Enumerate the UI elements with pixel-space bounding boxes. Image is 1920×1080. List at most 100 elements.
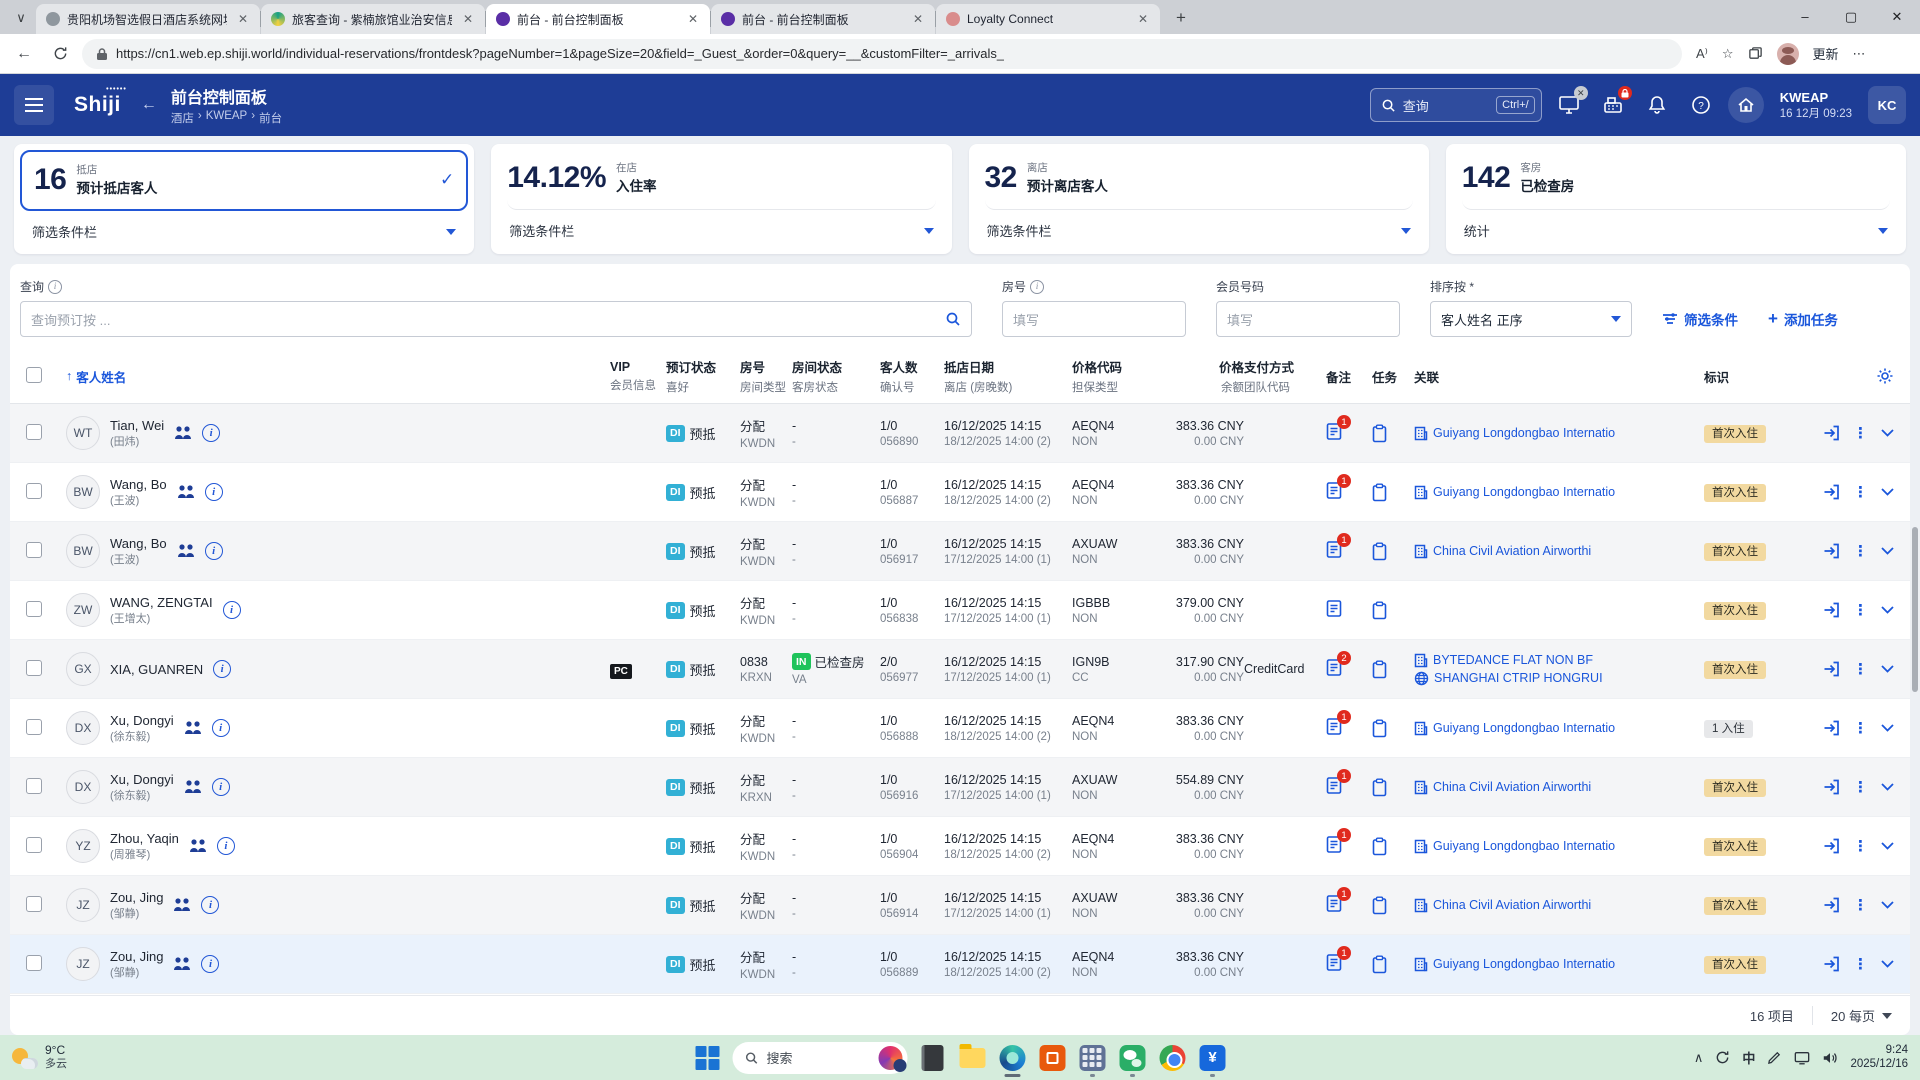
task-clipboard-icon[interactable]	[1372, 719, 1414, 738]
row-checkbox[interactable]	[26, 424, 42, 440]
table-row[interactable]: BW Wang, Bo (王波) i DI 预抵 分配 KWDN - - 1/0…	[10, 463, 1910, 522]
taskbar-clock[interactable]: 9:24 2025/12/16	[1850, 1044, 1908, 1072]
notes-icon[interactable]: 2	[1326, 658, 1343, 677]
check-in-icon[interactable]	[1823, 838, 1840, 854]
browser-tab-5[interactable]: Loyalty Connect ✕	[936, 4, 1160, 34]
new-tab-button[interactable]: +	[1167, 4, 1195, 32]
home-button[interactable]	[1728, 87, 1764, 123]
tab-close-icon[interactable]: ✕	[684, 11, 702, 27]
guest-info-icon[interactable]: i	[212, 719, 230, 737]
related-profile-link[interactable]: Guiyang Longdongbao Internatio	[1414, 721, 1704, 736]
expand-chevron-icon[interactable]	[1881, 665, 1894, 673]
display-icon[interactable]	[1794, 1051, 1810, 1065]
task-clipboard-icon[interactable]	[1372, 837, 1414, 856]
guest-info-icon[interactable]: i	[217, 837, 235, 855]
notes-icon[interactable]: 1	[1326, 422, 1343, 441]
card-filter-bar[interactable]: 筛选条件栏	[491, 210, 951, 253]
accompany-guests-icon[interactable]	[189, 838, 207, 854]
favorite-star-icon[interactable]: ☆	[1722, 46, 1734, 62]
room-assign-link[interactable]: 分配	[740, 711, 792, 730]
row-checkbox[interactable]	[26, 896, 42, 912]
check-in-icon[interactable]	[1823, 425, 1840, 441]
accompany-guests-icon[interactable]	[173, 956, 191, 972]
check-in-icon[interactable]	[1823, 956, 1840, 972]
table-row[interactable]: GX XIA, GUANREN i PC DI 预抵 0838 KRXN IN已…	[10, 640, 1910, 699]
guest-name[interactable]: Xu, Dongyi	[110, 772, 174, 787]
row-menu-icon[interactable]: ⋮	[1853, 424, 1868, 442]
card-occupancy[interactable]: 14.12% 在店 入住率 筛选条件栏	[491, 144, 951, 254]
card-departures[interactable]: 32 离店 预计离店客人 筛选条件栏	[969, 144, 1429, 254]
guest-info-icon[interactable]: i	[205, 483, 223, 501]
accompany-guests-icon[interactable]	[184, 779, 202, 795]
related-profile-link[interactable]: Guiyang Longdongbao Internatio	[1414, 839, 1704, 854]
guest-info-icon[interactable]: i	[201, 896, 219, 914]
table-row[interactable]: DX Xu, Dongyi (徐东毅) i DI 预抵 分配 KWDN - - …	[10, 699, 1910, 758]
close-button[interactable]: ✕	[1874, 0, 1920, 34]
table-row[interactable]: WT Tian, Wei (田炜) i DI 预抵 分配 KWDN - - 1/…	[10, 404, 1910, 463]
tab-search-button[interactable]: ∨	[6, 4, 36, 32]
row-menu-icon[interactable]: ⋮	[1853, 778, 1868, 796]
info-icon[interactable]: i	[48, 280, 62, 294]
related-profile-link[interactable]: Guiyang Longdongbao Internatio	[1414, 485, 1704, 500]
sync-icon[interactable]	[1715, 1050, 1730, 1065]
browser-tab-3-active[interactable]: 前台 - 前台控制面板 ✕	[486, 4, 710, 34]
menu-button[interactable]	[14, 85, 54, 125]
row-menu-icon[interactable]: ⋮	[1853, 896, 1868, 914]
table-settings-gear-icon[interactable]	[1876, 367, 1894, 385]
guest-info-icon[interactable]: i	[201, 955, 219, 973]
address-bar[interactable]: https://cn1.web.ep.shiji.world/individua…	[82, 39, 1682, 69]
row-checkbox[interactable]	[26, 660, 42, 676]
card-stats-bar[interactable]: 统计	[1446, 210, 1906, 253]
page-size-select[interactable]: 20 每页	[1813, 1006, 1892, 1025]
user-avatar[interactable]: KC	[1868, 86, 1906, 124]
check-in-icon[interactable]	[1823, 484, 1840, 500]
card-filter-bar[interactable]: 筛选条件栏	[14, 211, 474, 254]
member-number-input[interactable]: 填写	[1216, 301, 1400, 337]
expand-chevron-icon[interactable]	[1881, 842, 1894, 850]
task-clipboard-icon[interactable]	[1372, 955, 1414, 974]
guest-name[interactable]: WANG, ZENGTAI	[110, 595, 213, 610]
room-assign-link[interactable]: 分配	[740, 947, 792, 966]
related-profile-link[interactable]: SHANGHAI CTRIP HONGRUI	[1414, 671, 1704, 686]
taskbar-app-yuan[interactable]: ¥	[1198, 1043, 1228, 1073]
task-clipboard-icon[interactable]	[1372, 542, 1414, 561]
notes-icon[interactable]: 1	[1326, 481, 1343, 500]
guest-name[interactable]: Zhou, Yaqin	[110, 831, 179, 846]
table-row[interactable]: ZW WANG, ZENGTAI (王增太) i DI 预抵 分配 KWDN -…	[10, 581, 1910, 640]
room-assign-link[interactable]: 分配	[740, 416, 792, 435]
taskbar-app-grid[interactable]	[1078, 1043, 1108, 1073]
guest-name[interactable]: Xu, Dongyi	[110, 713, 174, 728]
taskbar-chrome[interactable]	[1158, 1043, 1188, 1073]
room-number-input[interactable]: 填写	[1002, 301, 1186, 337]
row-checkbox[interactable]	[26, 778, 42, 794]
row-checkbox[interactable]	[26, 542, 42, 558]
expand-chevron-icon[interactable]	[1881, 901, 1894, 909]
notes-icon[interactable]: 1	[1326, 717, 1343, 736]
related-profile-link[interactable]: Guiyang Longdongbao Internatio	[1414, 957, 1704, 972]
tab-close-icon[interactable]: ✕	[1134, 11, 1152, 27]
profile-avatar[interactable]	[1777, 43, 1799, 65]
pen-icon[interactable]	[1767, 1050, 1782, 1065]
start-button[interactable]	[693, 1043, 723, 1073]
sort-select[interactable]: 客人姓名 正序	[1430, 301, 1632, 337]
tray-expand-icon[interactable]: ∧	[1694, 1050, 1704, 1066]
expand-chevron-icon[interactable]	[1881, 783, 1894, 791]
property-info[interactable]: KWEAP 16 12月 09:23	[1780, 90, 1852, 121]
accompany-guests-icon[interactable]	[173, 897, 191, 913]
notes-icon[interactable]: 1	[1326, 776, 1343, 795]
task-clipboard-icon[interactable]	[1372, 601, 1414, 620]
reload-button[interactable]	[46, 40, 74, 68]
row-checkbox[interactable]	[26, 955, 42, 971]
row-menu-icon[interactable]: ⋮	[1853, 719, 1868, 737]
notifications-bell-icon[interactable]	[1640, 88, 1674, 122]
notes-icon[interactable]: 1	[1326, 540, 1343, 559]
row-checkbox[interactable]	[26, 601, 42, 617]
check-in-icon[interactable]	[1823, 661, 1840, 677]
task-clipboard-icon[interactable]	[1372, 896, 1414, 915]
task-clipboard-icon[interactable]	[1372, 778, 1414, 797]
table-row[interactable]: JZ Zou, Jing (邹静) i DI 预抵 分配 KWDN - - 1/…	[10, 935, 1910, 994]
row-menu-icon[interactable]: ⋮	[1853, 660, 1868, 678]
table-row[interactable]: YZ Zhou, Yaqin (周雅琴) i DI 预抵 分配 KWDN - -…	[10, 817, 1910, 876]
guest-name[interactable]: Tian, Wei	[110, 418, 164, 433]
card-arrivals[interactable]: 16 抵店 预计抵店客人 ✓ 筛选条件栏	[14, 144, 474, 254]
